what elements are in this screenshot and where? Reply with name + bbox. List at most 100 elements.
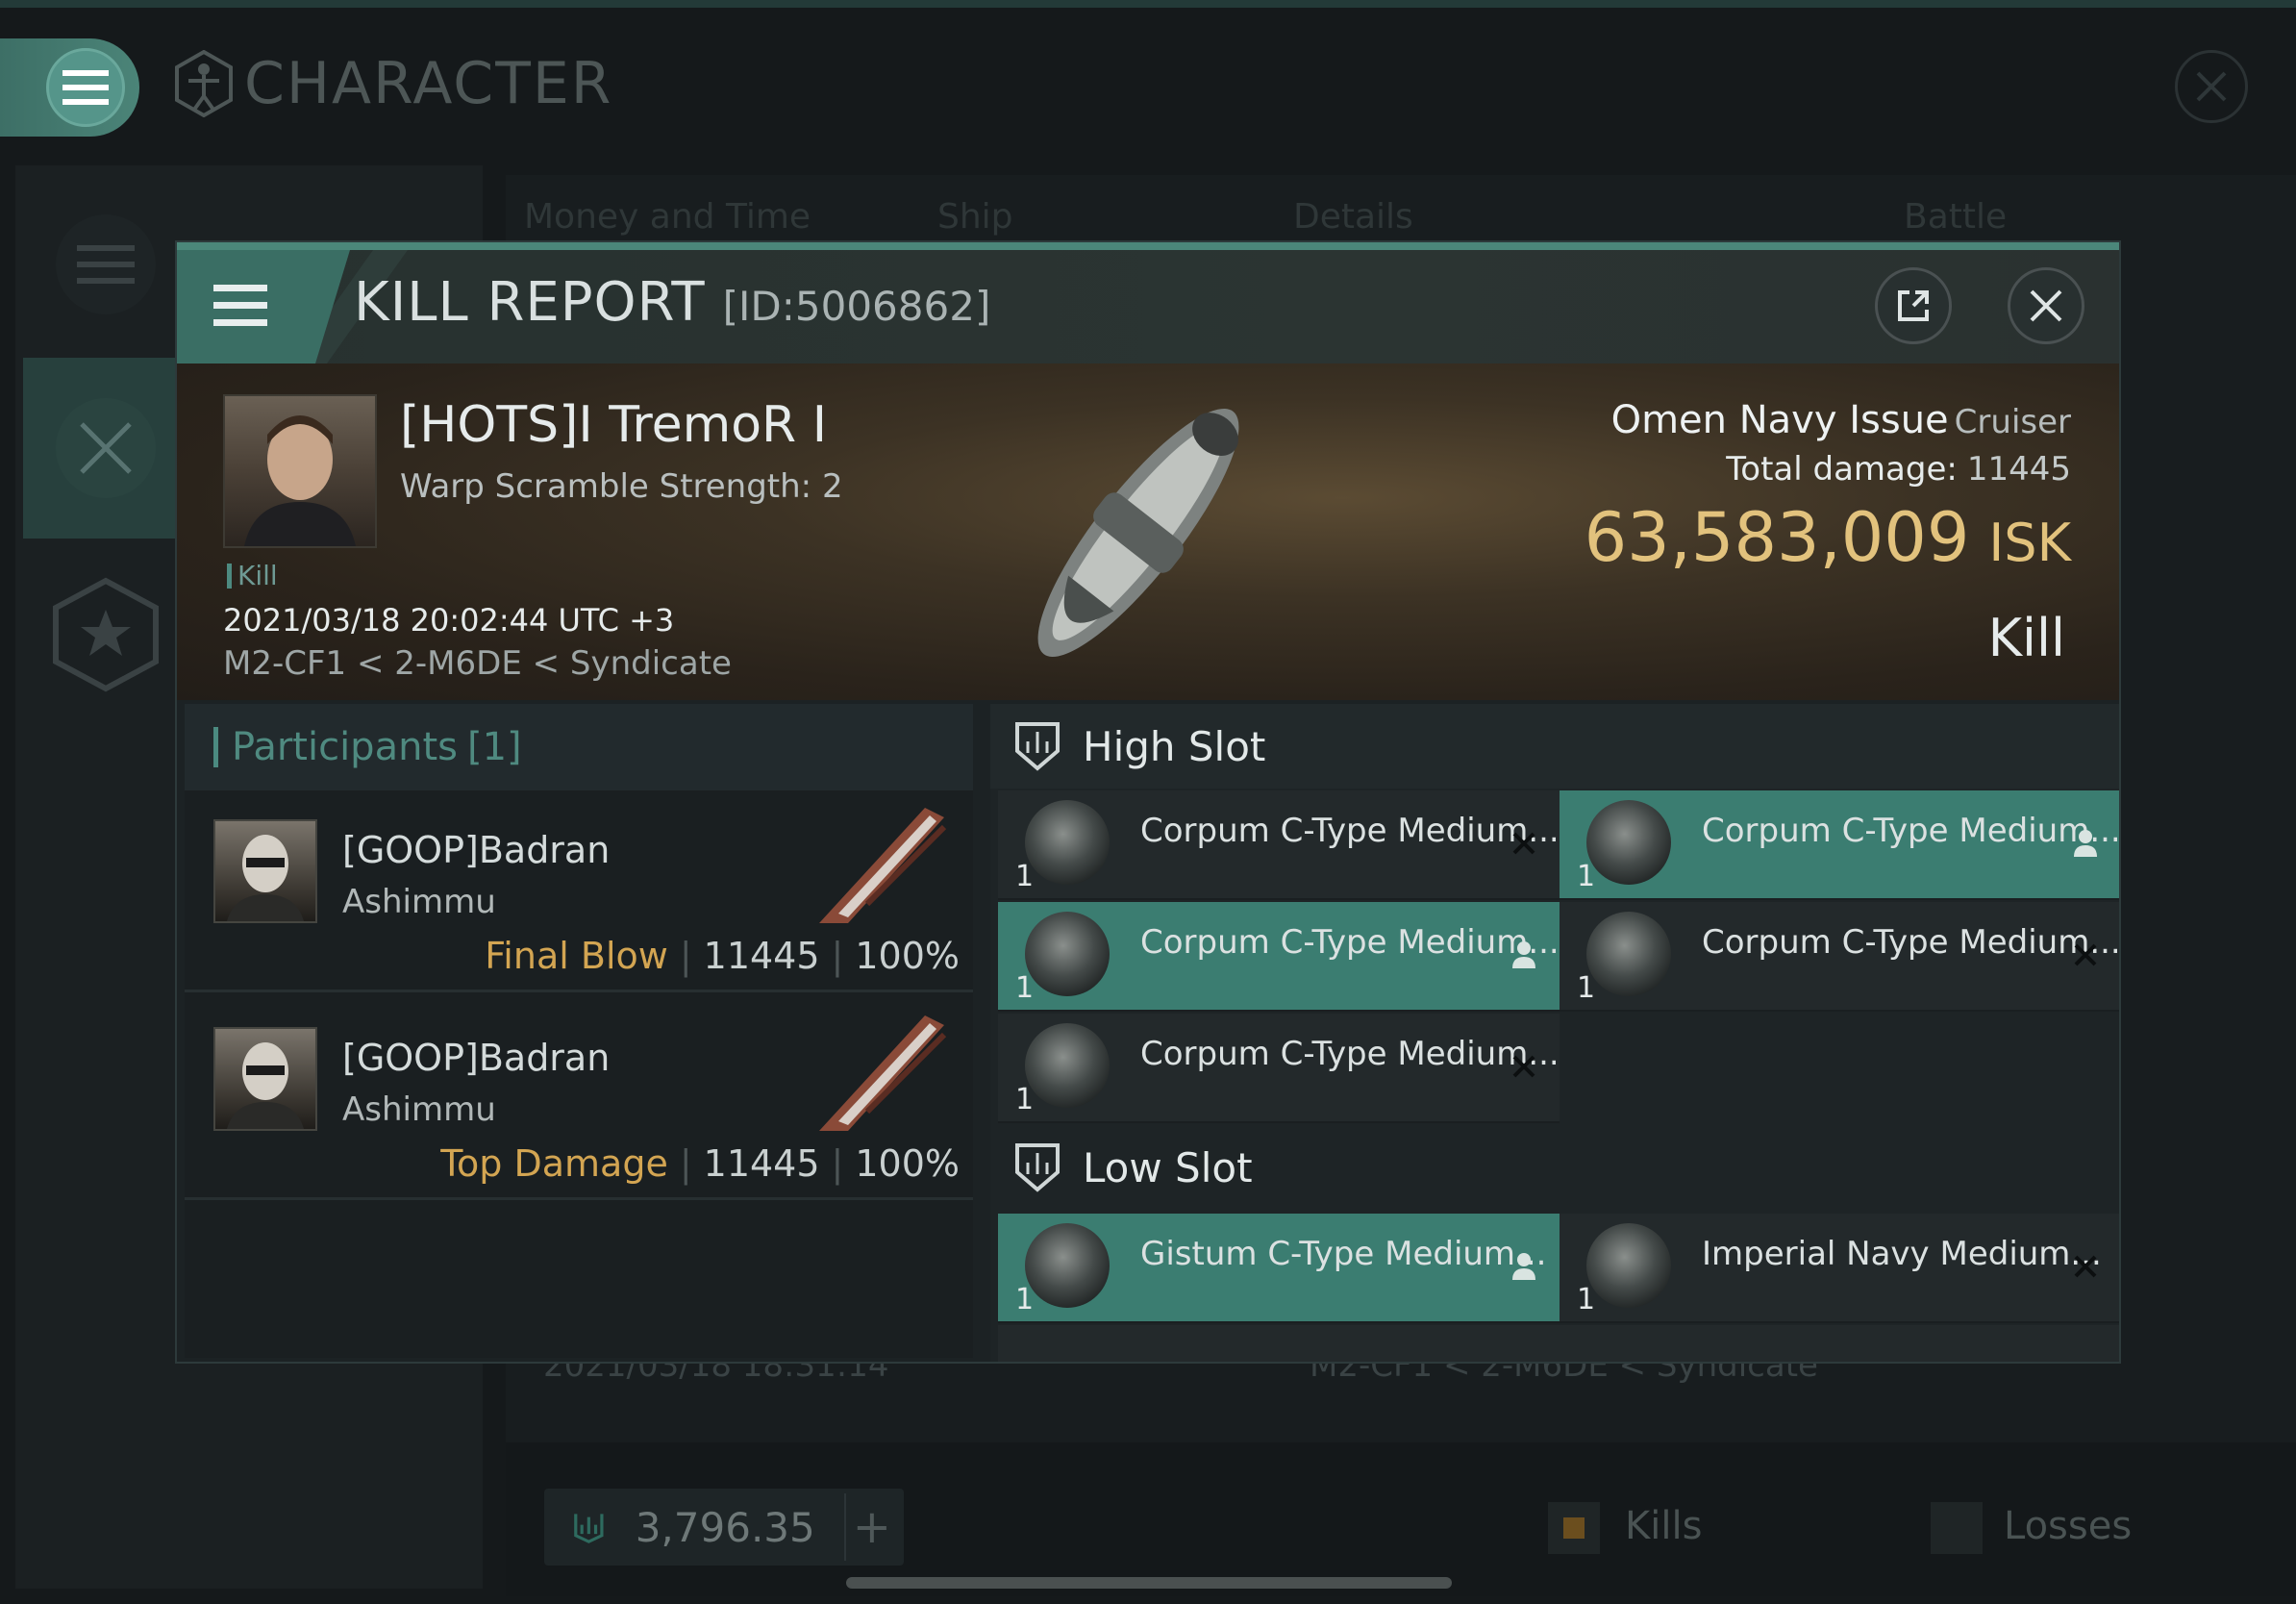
- vitruvian-icon: [175, 50, 233, 117]
- ship-icon: [819, 808, 947, 923]
- module-item[interactable]: 1 Corpum C-Type Medium...: [998, 790, 1560, 900]
- close-character-button[interactable]: [2175, 50, 2248, 123]
- kill-report-id: [ID:5006862]: [722, 283, 991, 330]
- module-qty: 1: [1015, 860, 1035, 893]
- module-item-partial[interactable]: [1560, 1325, 2119, 1362]
- high-slot-label: High Slot: [1083, 722, 1266, 770]
- kill-report-modal: KILL REPORT [ID:5006862] [HOTS]I TremoR …: [175, 240, 2121, 1364]
- module-item-partial[interactable]: [998, 1325, 1560, 1362]
- wallet-value: 3,796.35: [635, 1503, 815, 1551]
- dropped-icon: [1508, 939, 1540, 971]
- rail-favorites-button[interactable]: [29, 558, 183, 712]
- isk-amount: 63,583,009: [1584, 498, 1970, 577]
- person-portrait-icon: [227, 835, 304, 921]
- module-qty: 1: [1015, 1283, 1035, 1316]
- ship-render-image[interactable]: [985, 369, 1292, 696]
- ship-class: Cruiser: [1954, 403, 2071, 441]
- high-slot-header: High Slot: [990, 704, 2119, 789]
- close-icon: [2196, 71, 2227, 102]
- dropped-icon: [2069, 827, 2102, 860]
- list-headers: Money and Time Ship Details Battle Statu…: [524, 197, 2120, 276]
- victim-name[interactable]: [HOTS]I TremoR I: [400, 396, 827, 454]
- module-item[interactable]: 1 Corpum C-Type Medium...: [998, 902, 1560, 1012]
- isk-value: 63,583,009 ISK: [1585, 498, 2071, 577]
- list-icon: [56, 214, 156, 314]
- rail-combat-button[interactable]: [29, 371, 183, 525]
- destroyed-icon: [1508, 1050, 1540, 1083]
- module-name: Corpum C-Type Medium...: [1140, 1035, 1560, 1073]
- module-name: Imperial Navy Medium...: [1702, 1235, 2102, 1273]
- participants-header: Participants [1]: [185, 704, 973, 790]
- close-icon: [2030, 289, 2062, 322]
- victim-panel: [HOTS]I TremoR I Warp Scramble Strength:…: [177, 363, 2119, 700]
- destroyed-icon: [2069, 939, 2102, 971]
- victim-portrait[interactable]: [223, 394, 377, 548]
- kills-legend-swatch: [1548, 1502, 1600, 1554]
- destroyed-icon: [2069, 1250, 2102, 1283]
- participant-avatar[interactable]: [213, 819, 317, 923]
- col-ship[interactable]: Ship: [937, 197, 1013, 237]
- module-item[interactable]: 1 Gistum C-Type Medium...: [998, 1214, 1560, 1323]
- close-modal-button[interactable]: [2008, 267, 2084, 344]
- victim-ship[interactable]: Omen Navy Issue Cruiser: [1611, 398, 2071, 442]
- module-name: Corpum C-Type Medium...: [1140, 923, 1560, 962]
- participant-name[interactable]: [GOOP]Badran: [342, 1037, 610, 1079]
- module-item[interactable]: 1 Corpum C-Type Medium...: [1560, 902, 2121, 1012]
- warp-scramble-strength: Warp Scramble Strength: 2: [400, 467, 843, 506]
- low-slot-header: Low Slot: [990, 1125, 1560, 1210]
- col-money-time[interactable]: Money and Time: [524, 197, 811, 237]
- crossed-swords-icon: [56, 398, 156, 498]
- ship-name: Omen Navy Issue: [1610, 398, 1949, 442]
- stat-divider: |: [679, 935, 692, 977]
- module-qty: 1: [1577, 1283, 1596, 1316]
- col-details[interactable]: Details: [1293, 197, 1413, 237]
- participant-avatar[interactable]: [213, 1027, 317, 1131]
- module-qty: 1: [1015, 971, 1035, 1005]
- kill-datetime: 2021/03/18 20:02:44 UTC +3: [223, 602, 675, 639]
- add-isk-button[interactable]: +: [843, 1493, 898, 1561]
- share-button[interactable]: [1875, 267, 1952, 344]
- kill-tag: Kill: [227, 563, 278, 589]
- module-name: Corpum C-Type Medium...: [1702, 923, 2121, 962]
- rail-menu-button[interactable]: [29, 188, 183, 341]
- module-qty: 1: [1577, 860, 1596, 893]
- turret-icon: [1025, 800, 1110, 885]
- participant-percent: 100%: [855, 1142, 960, 1185]
- wallet-display: 3,796.35 +: [544, 1489, 904, 1566]
- module-item[interactable]: 1 Corpum C-Type Medium...: [998, 1014, 1560, 1123]
- total-damage: Total damage: 11445: [1726, 450, 2071, 489]
- module-item[interactable]: 1 Corpum C-Type Medium...: [1560, 790, 2121, 900]
- turret-icon: [1025, 912, 1110, 996]
- participant-card[interactable]: [GOOP]Badran Ashimmu Top Damage | 11445 …: [185, 1000, 973, 1200]
- kill-report-title: KILL REPORT: [354, 271, 706, 334]
- participants-panel: Participants [1] [GOOP]Badran Ashimmu Fi…: [185, 704, 973, 1358]
- participant-name[interactable]: [GOOP]Badran: [342, 829, 610, 871]
- losses-legend-swatch: [1931, 1502, 1983, 1554]
- header-accent-bar: [213, 727, 218, 767]
- slot-shield-icon: [1015, 722, 1060, 771]
- participants-label: Participants: [232, 725, 458, 769]
- module-name: Corpum C-Type Medium...: [1702, 812, 2121, 850]
- participant-role: Top Damage: [440, 1142, 668, 1185]
- hamburger-icon: [62, 70, 109, 105]
- kill-location[interactable]: M2-CF1 < 2-M6DE < Syndicate: [223, 644, 732, 683]
- participant-damage: 11445: [703, 935, 820, 977]
- fitting-panel: High Slot 1 Corpum C-Type Medium... 1 Co…: [990, 704, 2121, 1362]
- star-badge-icon: [53, 577, 159, 692]
- participants-count: [1]: [466, 725, 522, 769]
- person-portrait-icon: [244, 415, 356, 546]
- person-portrait-icon: [227, 1042, 304, 1129]
- participant-stats: Final Blow | 11445 | 100%: [485, 935, 960, 977]
- losses-legend-label: Losses: [2004, 1504, 2133, 1548]
- turret-icon: [1025, 1023, 1110, 1108]
- module-item[interactable]: 1 Imperial Navy Medium...: [1560, 1214, 2119, 1323]
- dropped-icon: [1508, 1250, 1540, 1283]
- main-menu-button[interactable]: [0, 38, 139, 137]
- turret-icon: [1586, 912, 1671, 996]
- hamburger-icon: [213, 285, 267, 326]
- participant-percent: 100%: [855, 935, 960, 977]
- top-strip: [0, 0, 2296, 8]
- armor-repairer-icon: [1025, 1223, 1110, 1308]
- participant-card[interactable]: [GOOP]Badran Ashimmu Final Blow | 11445 …: [185, 792, 973, 992]
- isk-icon: [574, 1514, 604, 1543]
